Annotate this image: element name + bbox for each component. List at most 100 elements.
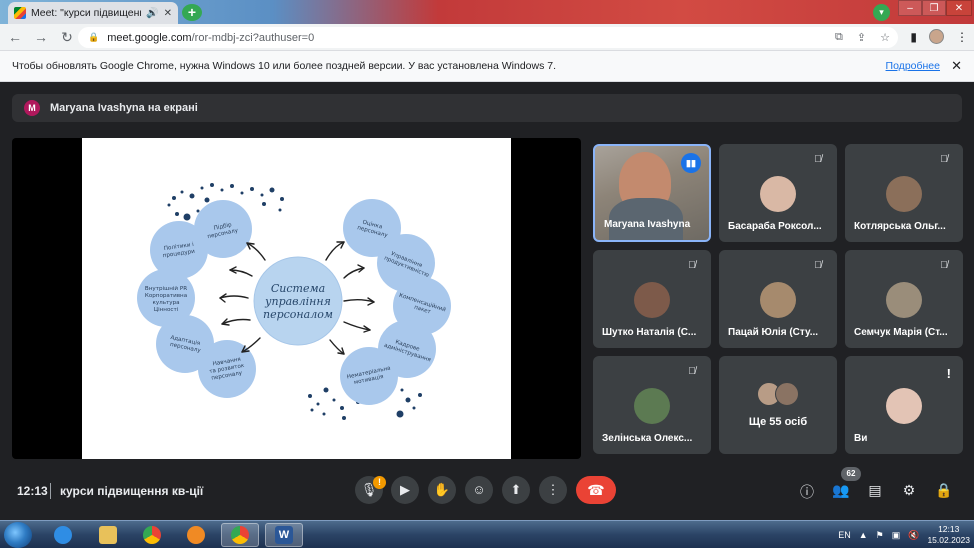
side-panel-icon[interactable]: ▮ — [910, 30, 917, 44]
maximize-button[interactable]: ❐ — [922, 0, 946, 16]
center-line-3: персоналом — [263, 308, 333, 321]
taskbar-internet-explorer[interactable] — [44, 523, 82, 547]
close-infobar-icon[interactable]: ✕ — [951, 58, 962, 74]
tab-title: Meet: "курси підвищення кв — [31, 7, 141, 19]
participant-tile[interactable]: 🎙̸ Котлярська Ольг... — [845, 144, 963, 242]
taskbar-media-player[interactable] — [177, 523, 215, 547]
tray-expand-icon[interactable]: ▲ — [859, 530, 868, 540]
participant-name: Басараба Роксол... — [728, 221, 822, 232]
participant-name: Ви — [854, 433, 868, 444]
bubble-2-line-0: Внутрішній PR — [145, 285, 187, 292]
share-icon[interactable]: ⇪ — [857, 31, 866, 44]
network-icon[interactable]: ▣ — [892, 530, 901, 541]
minimize-button[interactable]: – — [898, 0, 922, 16]
windows-taskbar: W EN ▲ ⚑ ▣ 🔇 12:13 15.02.2023 — [0, 520, 974, 548]
activities-icon[interactable]: ⚙ — [900, 482, 918, 499]
mic-off-icon: 🎙̸ — [814, 154, 822, 165]
participant-tile[interactable]: 🎙̸ Басараба Роксол... — [719, 144, 837, 242]
more-participants-avatars — [757, 382, 805, 408]
translate-icon[interactable]: ⧉ — [835, 31, 843, 44]
url-path: /ror-mdbj-zci?authuser=0 — [191, 31, 315, 44]
browser-toolbar: ← → ↻ 🔒 meet.google.com /ror-mdbj-zci?au… — [0, 24, 974, 50]
reload-icon[interactable]: ↻ — [56, 29, 78, 46]
participant-name: Котлярська Ольг... — [854, 221, 946, 232]
meeting-title: курси підвищення кв-ції — [60, 484, 204, 498]
browser-tab-strip: Meet: "курси підвищення кв 🔊 ✕ + ▾ – ❐ ✕ — [0, 0, 974, 24]
end-call-button[interactable]: ☎ — [576, 476, 616, 504]
browser-tab-meet[interactable]: Meet: "курси підвищення кв 🔊 ✕ — [8, 2, 178, 24]
bubble-2-line-2: культура — [152, 300, 179, 306]
present-screen-button[interactable]: ⬆ — [502, 476, 530, 504]
info-more-link[interactable]: Подробнее — [886, 60, 940, 72]
shared-slide: Система управління персоналом Підбір пер… — [82, 138, 511, 459]
center-line-1: Система — [271, 282, 325, 295]
participant-tile[interactable]: 🎙̸ Пацай Юлія (Сту... — [719, 250, 837, 348]
participant-name: Пацай Юлія (Сту... — [728, 327, 819, 338]
taskbar-word[interactable]: W — [265, 523, 303, 547]
more-participants-tile[interactable]: Ще 55 осіб — [719, 356, 837, 454]
profile-avatar[interactable] — [929, 29, 944, 44]
tab-search-button[interactable]: ▾ — [873, 4, 890, 21]
participant-name: Семчук Марія (Ст... — [854, 327, 948, 338]
lock-icon[interactable]: 🔒 — [88, 32, 99, 43]
center-line-2: управління — [264, 295, 331, 308]
people-icon[interactable]: 👥 — [832, 482, 850, 499]
reactions-button[interactable]: ☺ — [465, 476, 493, 504]
participant-avatar — [760, 282, 796, 318]
forward-icon[interactable]: → — [30, 29, 52, 45]
presenting-banner: M Maryana Ivashyna на екрані — [12, 94, 962, 122]
back-icon[interactable]: ← — [4, 29, 26, 45]
close-tab-icon[interactable]: ✕ — [164, 8, 172, 19]
mic-warning-icon: ! — [373, 476, 386, 489]
participant-name: Зелінська Олекс... — [602, 433, 693, 444]
google-meet-favicon-icon — [14, 7, 26, 19]
word-icon: W — [275, 526, 293, 544]
bookmark-star-icon[interactable]: ☆ — [880, 31, 890, 44]
raise-hand-button[interactable]: ✋ — [428, 476, 456, 504]
presentation-stage[interactable]: Система управління персоналом Підбір пер… — [12, 138, 581, 459]
participant-avatar — [886, 176, 922, 212]
participant-avatar — [886, 282, 922, 318]
taskbar-chrome-active[interactable] — [221, 523, 259, 547]
bubble-2-line-1: Корпоративна — [145, 293, 187, 299]
mic-off-icon: 🎙̸ — [940, 260, 948, 271]
self-tile[interactable]: ! Ви — [845, 356, 963, 454]
speaker-icon[interactable]: 🔊 — [146, 8, 158, 19]
volume-icon[interactable]: 🔇 — [908, 530, 919, 541]
meeting-details-icon[interactable]: ⓘ — [798, 482, 816, 502]
host-controls-icon[interactable]: 🔒 — [935, 482, 953, 499]
participant-tile[interactable]: 🎙̸ Шутко Наталія (С... — [593, 250, 711, 348]
camera-button[interactable]: ▶ — [391, 476, 419, 504]
participant-count-badge: 62 — [841, 467, 861, 481]
self-avatar — [886, 388, 922, 424]
participant-tile-speaking[interactable]: ▮▮ Maryana Ivashyna — [593, 144, 711, 242]
menu-dots-icon[interactable]: ⋮ — [956, 30, 968, 44]
chat-icon[interactable]: ▤ — [866, 482, 884, 499]
taskbar-chrome[interactable] — [133, 523, 171, 547]
slide-diagram: Система управління персоналом Підбір пер… — [137, 183, 451, 420]
address-bar[interactable]: 🔒 meet.google.com /ror-mdbj-zci?authuser… — [78, 27, 898, 48]
mic-off-icon: 🎙̸ — [688, 260, 696, 271]
divider — [50, 483, 51, 499]
url-host: meet.google.com — [107, 31, 192, 44]
update-info-bar: Чтобы обновлять Google Chrome, нужна Win… — [0, 50, 974, 82]
close-window-button[interactable]: ✕ — [946, 0, 972, 16]
windows-start-button[interactable] — [4, 522, 32, 548]
taskbar-explorer[interactable] — [89, 523, 127, 547]
flag-icon[interactable]: ⚑ — [876, 530, 884, 541]
new-tab-button[interactable]: + — [182, 4, 202, 21]
participant-avatar — [760, 176, 796, 212]
info-message: Чтобы обновлять Google Chrome, нужна Win… — [12, 60, 557, 72]
presenter-avatar: M — [24, 100, 40, 116]
presenting-text: Maryana Ivashyna на екрані — [50, 102, 198, 114]
warning-icon: ! — [946, 366, 951, 381]
more-options-button[interactable]: ⋮ — [539, 476, 567, 504]
tray-clock[interactable]: 12:13 15.02.2023 — [927, 524, 970, 546]
chrome-icon — [143, 526, 161, 544]
chrome-icon — [231, 526, 249, 544]
mic-off-icon: 🎙̸ — [940, 154, 948, 165]
media-player-icon — [187, 526, 205, 544]
participant-tile[interactable]: 🎙̸ Семчук Марія (Ст... — [845, 250, 963, 348]
language-indicator[interactable]: EN — [838, 530, 851, 540]
participant-tile[interactable]: 🎙̸ Зелінська Олекс... — [593, 356, 711, 454]
